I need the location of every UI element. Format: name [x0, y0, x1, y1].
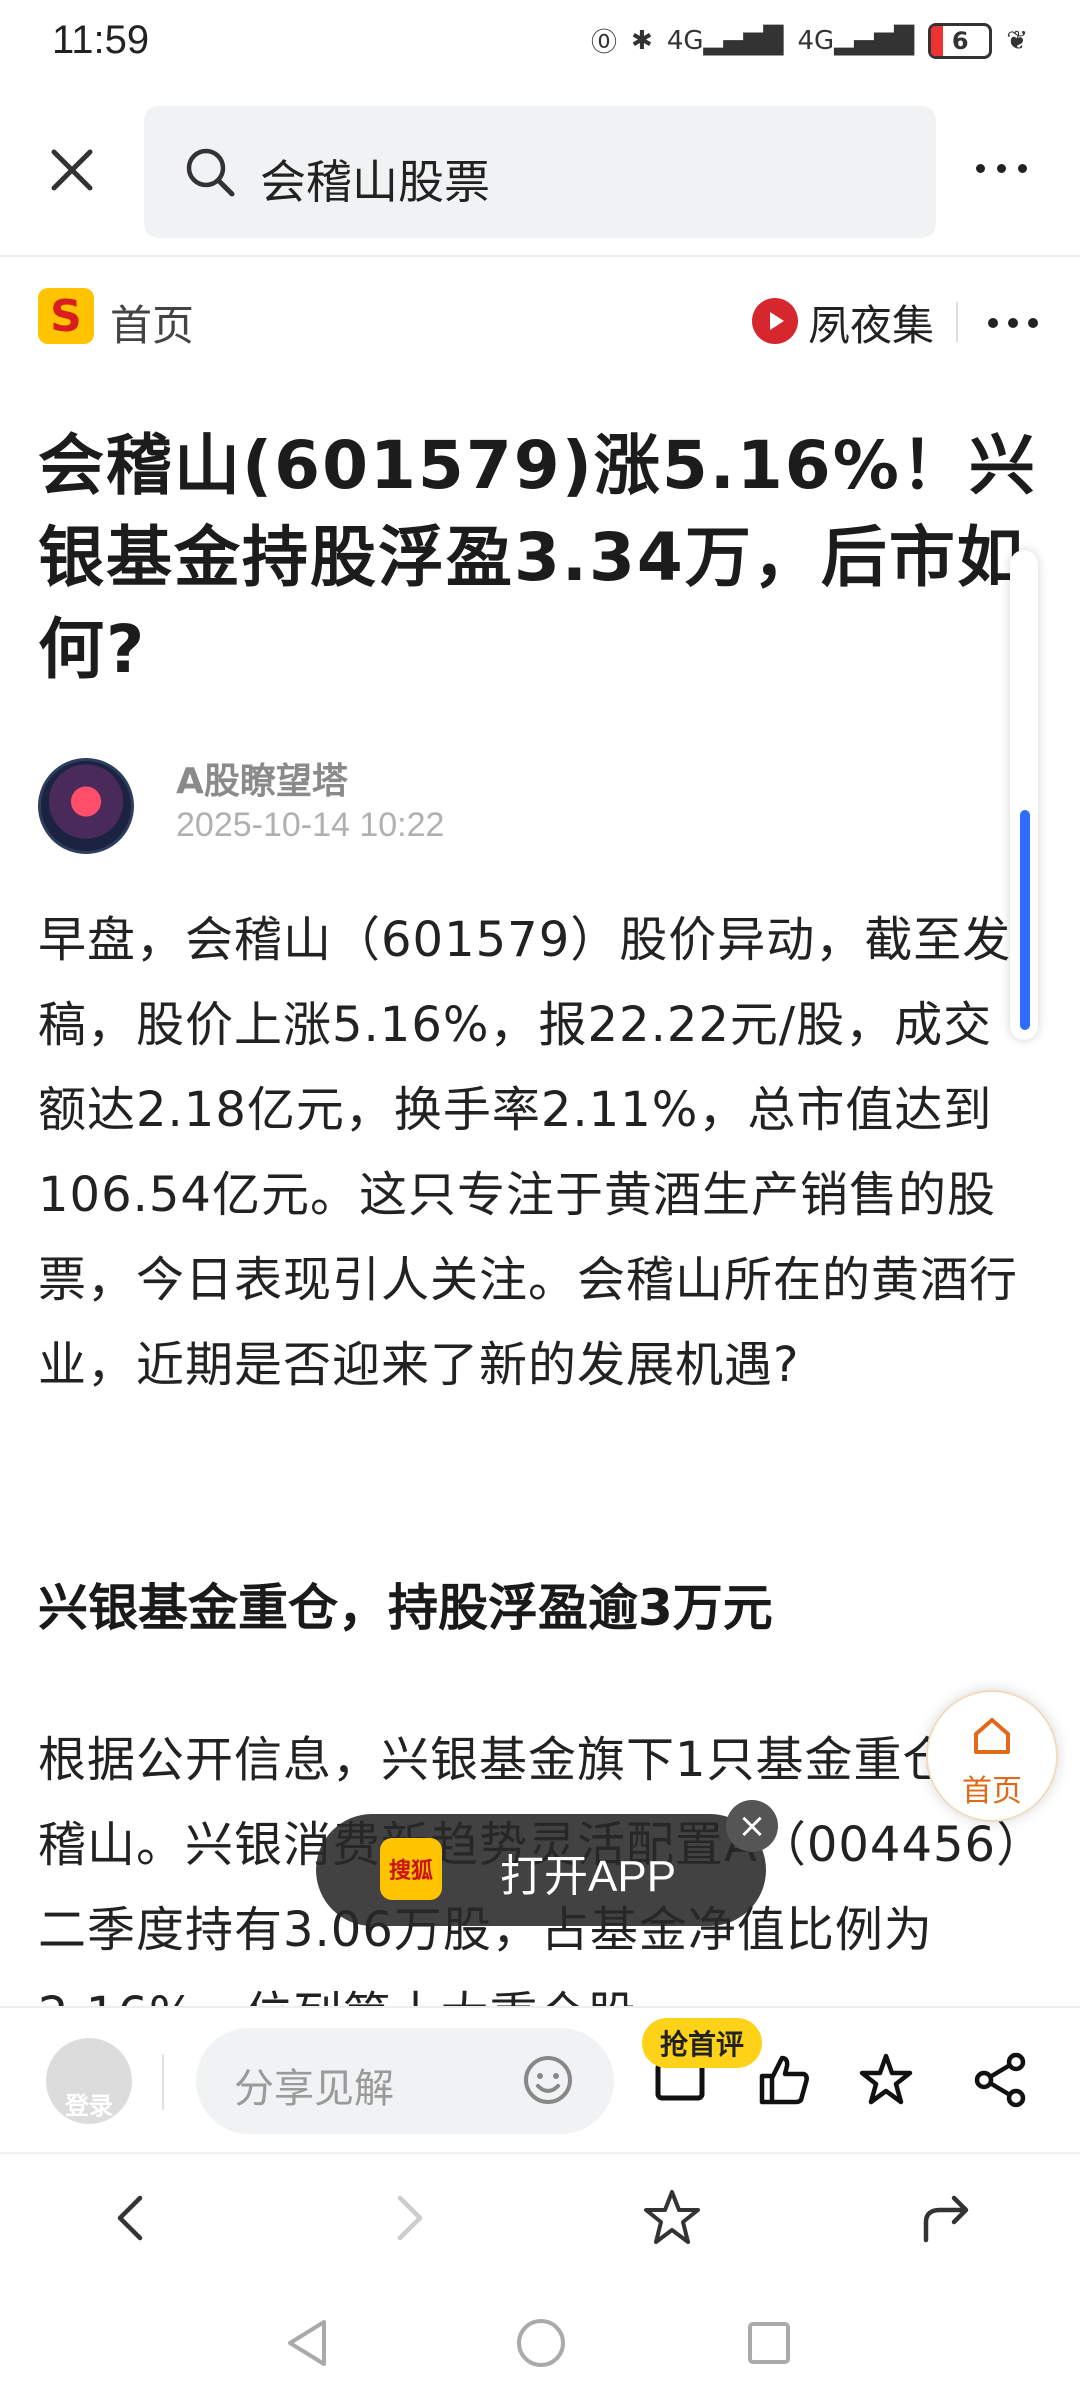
comment-input[interactable]: 分享见解: [196, 2028, 614, 2134]
scroll-indicator[interactable]: [1010, 550, 1038, 1040]
share-icon[interactable]: [970, 2050, 1030, 2110]
author-name[interactable]: A股瞭望塔: [176, 752, 348, 804]
divider: [956, 302, 958, 342]
sohu-app-icon: 搜狐: [380, 1838, 442, 1900]
article-paragraph: 早盘，会稽山（601579）股价异动，截至发稿，股价上涨5.16%，报22.22…: [38, 912, 1019, 1393]
system-home-icon[interactable]: [514, 2316, 568, 2370]
sohu-logo[interactable]: S: [38, 288, 94, 344]
author-avatar[interactable]: [38, 758, 134, 854]
share-forward-icon[interactable]: [914, 2186, 978, 2250]
battery-icon: 6: [928, 22, 993, 59]
leaf-icon: ❦: [1006, 25, 1028, 56]
comment-bar: 登录 分享见解 抢首评: [0, 2006, 1080, 2154]
site-bar: S 首页 夙夜集: [0, 258, 1080, 378]
channel-link[interactable]: 夙夜集: [808, 292, 934, 353]
home-icon: [974, 1718, 1010, 1754]
login-label: 登录: [65, 2092, 113, 2120]
browser-nav-bar: [0, 2152, 1080, 2284]
site-more-button[interactable]: [988, 318, 1038, 328]
divider: [162, 2054, 164, 2110]
open-app-label: 打开APP: [500, 1852, 677, 1901]
system-nav-bar: [0, 2282, 1080, 2400]
close-icon: [51, 149, 93, 191]
search-icon: [186, 148, 235, 197]
scroll-thumb[interactable]: [1020, 810, 1030, 1030]
like-icon[interactable]: [754, 2050, 814, 2110]
status-bar: 11:59 ⓪ ✱ 4G▂▄▆█ 4G▂▄▆█ 6 ❦: [0, 0, 1080, 90]
signal-1-icon: 4G▂▄▆█: [666, 25, 784, 56]
forward-icon[interactable]: [376, 2186, 440, 2250]
system-back-icon[interactable]: [282, 2316, 332, 2370]
floating-home-button[interactable]: 首页: [926, 1690, 1058, 1822]
article-title: 会稽山(601579)涨5.16%！兴银基金持股浮盈3.34万，后市如何?: [38, 427, 1037, 688]
bluetooth-icon: ✱: [631, 25, 653, 56]
close-open-app-icon[interactable]: ×: [726, 1800, 778, 1852]
more-icon: [988, 318, 998, 328]
close-button[interactable]: [40, 138, 104, 202]
more-options-button[interactable]: [976, 148, 1040, 188]
search-header: 会稽山股票: [0, 90, 1080, 257]
login-avatar[interactable]: 登录: [46, 2038, 132, 2124]
signal-2-icon: 4G▂▄▆█: [797, 25, 915, 56]
emoji-icon[interactable]: [520, 2052, 576, 2108]
nfc-icon: ⓪: [591, 28, 618, 58]
system-recents-icon[interactable]: [744, 2318, 794, 2368]
publish-date: 2025-10-14 10:22: [176, 806, 445, 844]
comment-placeholder: 分享见解: [234, 2066, 394, 2112]
back-icon[interactable]: [100, 2186, 164, 2250]
more-icon: [976, 163, 985, 173]
star-icon[interactable]: [856, 2050, 916, 2110]
status-icons: ⓪ ✱ 4G▂▄▆█ 4G▂▄▆█ 6 ❦: [591, 22, 1028, 59]
play-icon[interactable]: [752, 298, 798, 344]
search-input[interactable]: 会稽山股票: [144, 106, 936, 238]
home-link[interactable]: 首页: [110, 292, 194, 353]
first-comment-badge[interactable]: 抢首评: [642, 2018, 763, 2068]
bookmark-star-icon[interactable]: [640, 2186, 704, 2250]
status-time: 11:59: [52, 18, 150, 62]
open-app-button[interactable]: 搜狐 打开APP: [316, 1814, 766, 1926]
search-query: 会稽山股票: [260, 155, 490, 209]
floating-home-label: 首页: [962, 1774, 1022, 1809]
article-subheading: 兴银基金重仓，持股浮盈逾3万元: [38, 1579, 773, 1637]
